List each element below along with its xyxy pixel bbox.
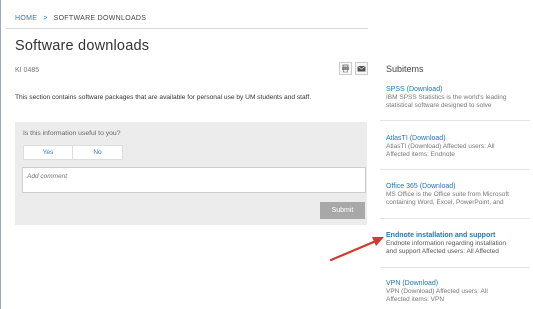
annotation-arrow [329,237,384,262]
